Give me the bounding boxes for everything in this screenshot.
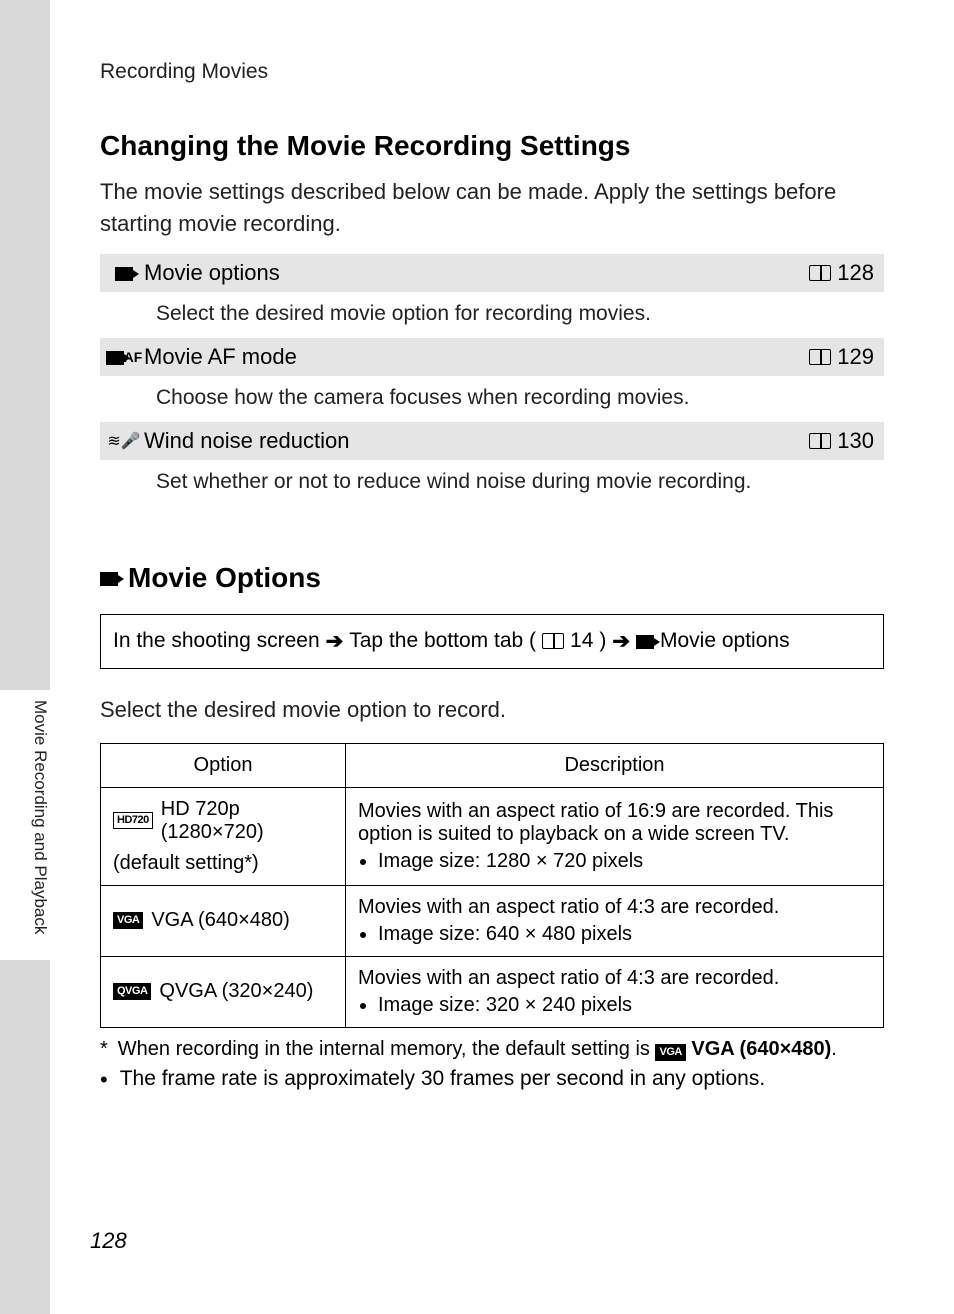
table-row: HD720 HD 720p (1280×720) (default setting*… — [101, 787, 884, 885]
description-bullet: Image size: 320 × 240 pixels — [378, 994, 871, 1017]
description-cell: Movies with an aspect ratio of 4:3 are r… — [346, 956, 884, 1027]
note-text: The frame rate is approximately 30 frame… — [120, 1067, 765, 1091]
option-name: HD 720p (1280×720) — [161, 798, 333, 844]
arrow-icon: ➔ — [326, 629, 344, 654]
movie-icon — [104, 262, 144, 283]
setting-row: ≋🎤 Wind noise reduction 130 — [100, 422, 884, 460]
table-header: Option — [101, 743, 346, 787]
setting-title: Wind noise reduction — [144, 428, 809, 454]
description-text: Movies with an aspect ratio of 16:9 are … — [358, 800, 871, 846]
setting-title: Movie options — [144, 260, 809, 286]
options-table: Option Description HD720 HD 720p (1280×72… — [100, 743, 884, 1028]
page-heading: Changing the Movie Recording Settings — [100, 130, 884, 162]
table-header: Description — [346, 743, 884, 787]
arrow-icon: ➔ — [612, 629, 630, 654]
footnote-bold: VGA (640×480) — [691, 1038, 831, 1060]
nav-text: Movie options — [660, 629, 790, 653]
footnote-part: When recording in the internal memory, t… — [118, 1038, 650, 1060]
option-name: VGA (640×480) — [151, 909, 289, 932]
footnote: * When recording in the internal memory,… — [100, 1038, 884, 1061]
footnote-text: When recording in the internal memory, t… — [118, 1038, 837, 1061]
description-cell: Movies with an aspect ratio of 16:9 are … — [346, 787, 884, 885]
settings-list: Movie options 128 Select the desired mov… — [100, 254, 884, 506]
setting-page-ref: 130 — [809, 428, 874, 454]
option-cell: HD720 HD 720p (1280×720) (default setting*… — [101, 787, 346, 885]
page-number-ref: 130 — [837, 428, 874, 454]
description-cell: Movies with an aspect ratio of 4:3 are r… — [346, 885, 884, 956]
setting-title: Movie AF mode — [144, 344, 809, 370]
book-icon — [542, 633, 564, 649]
description-text: Movies with an aspect ratio of 4:3 are r… — [358, 896, 871, 919]
footnote-marker: * — [100, 1038, 108, 1061]
option-sub: (default setting*) — [113, 852, 259, 875]
table-row: QVGA QVGA (320×240) Movies with an aspect … — [101, 956, 884, 1027]
description-text: Movies with an aspect ratio of 4:3 are r… — [358, 967, 871, 990]
movie-icon — [636, 629, 654, 653]
page-content: Recording Movies Changing the Movie Reco… — [50, 0, 954, 1314]
setting-description: Set whether or not to reduce wind noise … — [100, 460, 884, 506]
description-bullet: Image size: 640 × 480 pixels — [378, 923, 871, 946]
side-section-label: Movie Recording and Playback — [30, 700, 50, 934]
book-icon — [809, 433, 831, 449]
format-badge-icon: VGA — [113, 912, 143, 929]
table-header-row: Option Description — [101, 743, 884, 787]
setting-row: Movie options 128 — [100, 254, 884, 292]
option-name: QVGA (320×240) — [159, 980, 313, 1003]
format-badge-icon: HD720 — [113, 812, 153, 829]
note-bullet: • The frame rate is approximately 30 fra… — [100, 1067, 884, 1093]
option-cell: VGA VGA (640×480) — [101, 885, 346, 956]
page-number: 128 — [90, 1228, 127, 1254]
nav-text: Tap the bottom tab ( — [349, 629, 536, 653]
footnote-part: . — [831, 1038, 837, 1060]
bullet-icon: • — [100, 1067, 108, 1093]
nav-page-ref: 14 — [570, 629, 593, 653]
intro-paragraph: The movie settings described below can b… — [100, 176, 884, 240]
setting-description: Choose how the camera focuses when recor… — [100, 376, 884, 422]
description-bullet: Image size: 1280 × 720 pixels — [378, 850, 871, 873]
movie-af-icon: AF — [104, 346, 144, 367]
nav-text: ) — [599, 629, 606, 653]
page-number-ref: 128 — [837, 260, 874, 286]
lead-paragraph: Select the desired movie option to recor… — [100, 697, 884, 723]
table-row: VGA VGA (640×480) Movies with an aspect ra… — [101, 885, 884, 956]
movie-icon — [100, 562, 118, 594]
nav-text: In the shooting screen — [113, 629, 320, 653]
page-number-ref: 129 — [837, 344, 874, 370]
setting-row: AF Movie AF mode 129 — [100, 338, 884, 376]
wind-icon: ≋🎤 — [104, 431, 144, 451]
book-icon — [809, 265, 831, 281]
format-badge-icon: QVGA — [113, 983, 151, 1000]
navigation-path-box: In the shooting screen ➔ Tap the bottom … — [100, 614, 884, 669]
option-cell: QVGA QVGA (320×240) — [101, 956, 346, 1027]
setting-page-ref: 129 — [809, 344, 874, 370]
breadcrumb: Recording Movies — [100, 60, 884, 84]
vga-badge-icon: VGA — [655, 1044, 685, 1061]
book-icon — [809, 349, 831, 365]
section-heading-text: Movie Options — [128, 562, 321, 594]
section-heading: Movie Options — [100, 562, 884, 594]
setting-page-ref: 128 — [809, 260, 874, 286]
setting-description: Select the desired movie option for reco… — [100, 292, 884, 338]
